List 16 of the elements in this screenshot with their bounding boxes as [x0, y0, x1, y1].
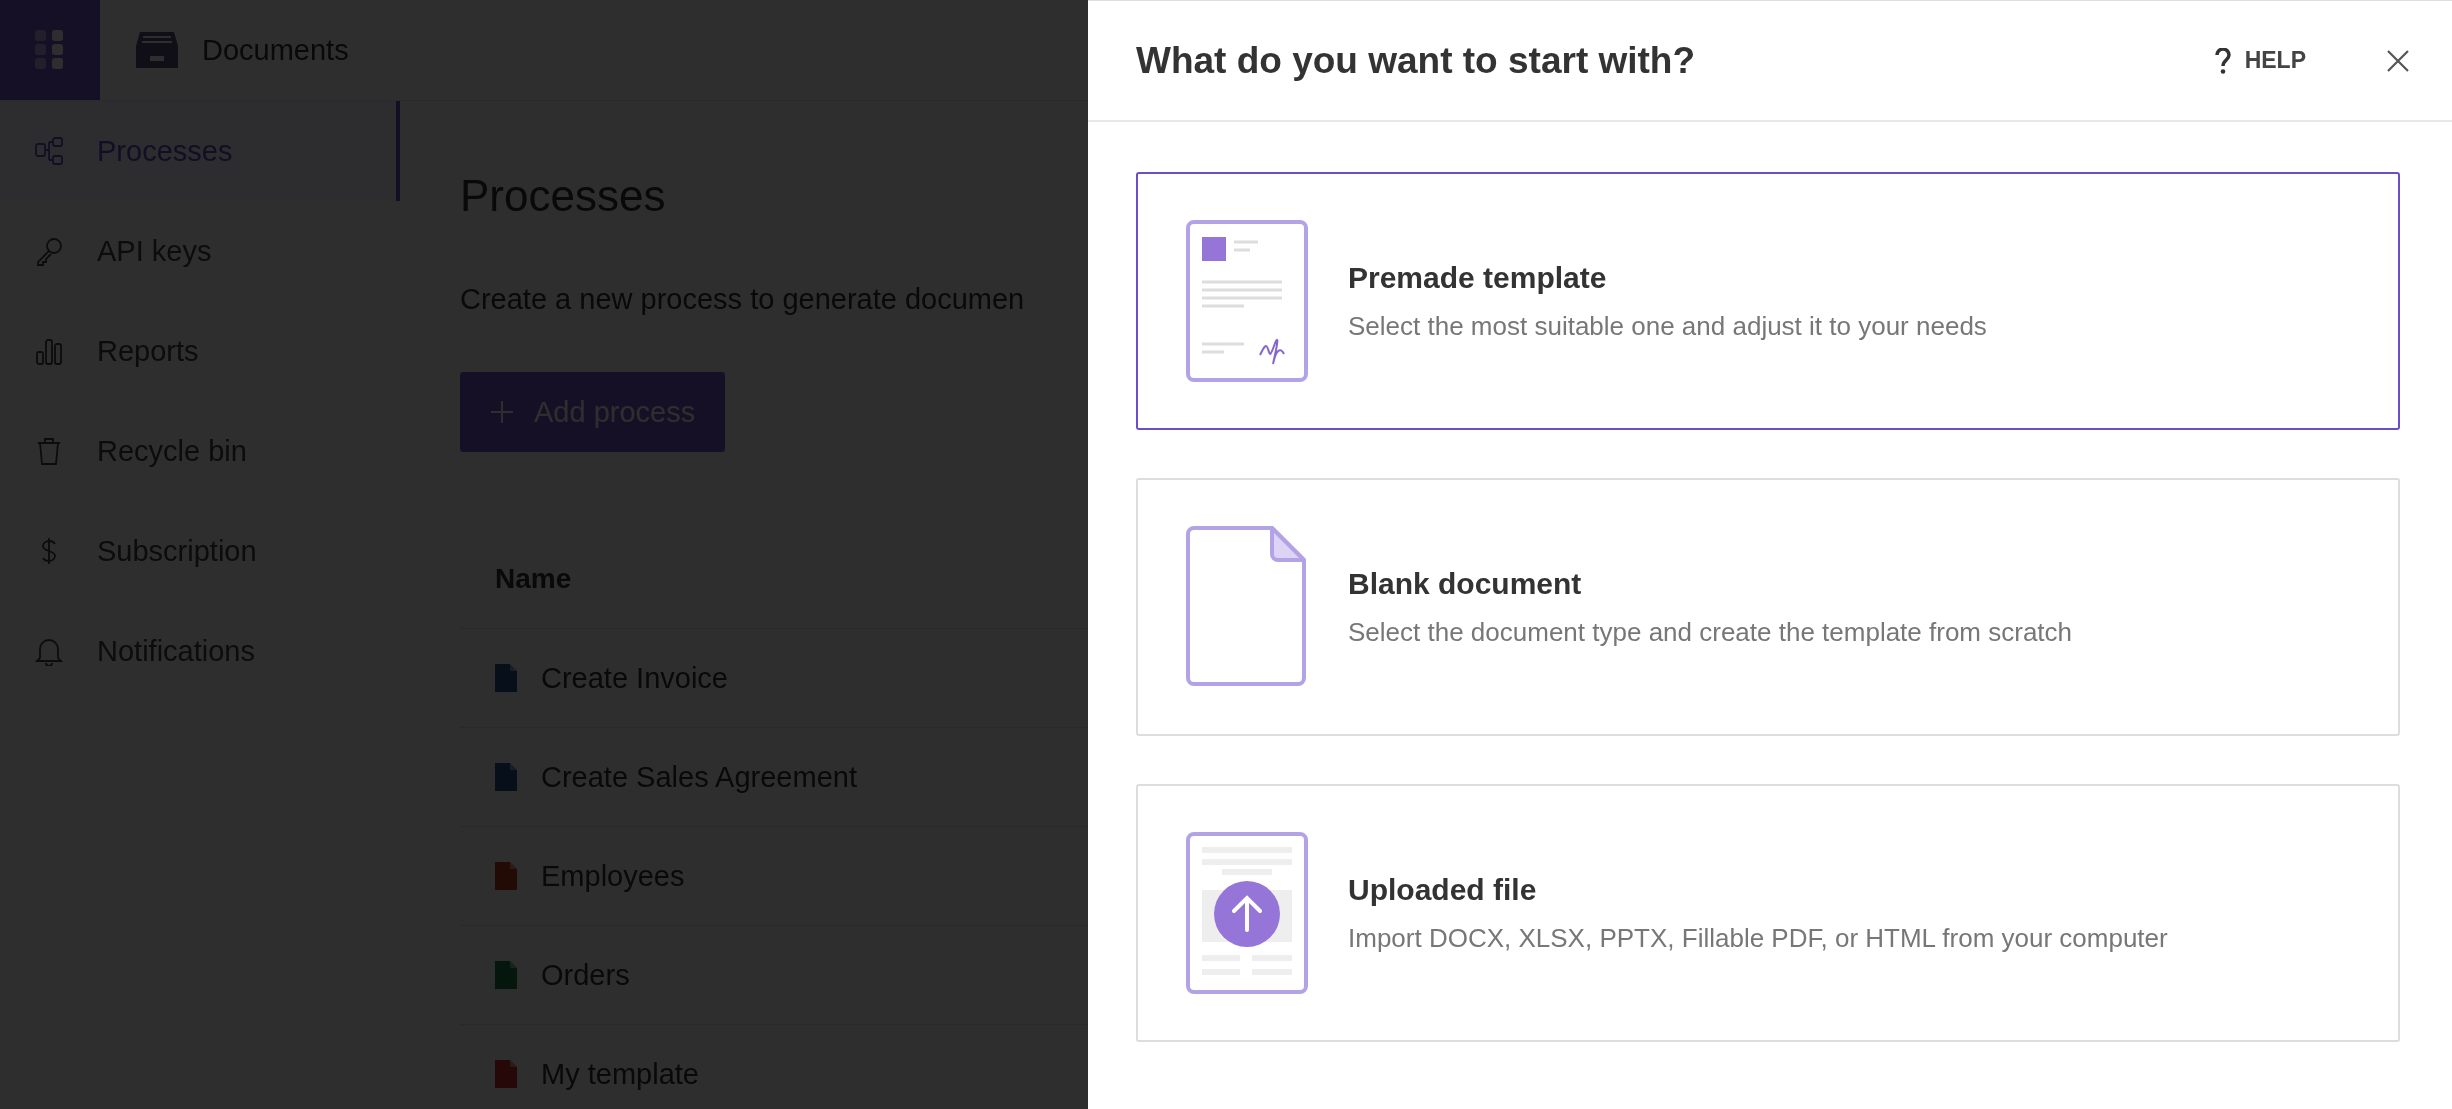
document-template-icon	[1186, 220, 1308, 382]
question-mark-icon	[2214, 47, 2231, 74]
option-card[interactable]: Blank document Select the document type and create the template from scratch	[1136, 478, 2400, 736]
option-description: Import DOCX, XLSX, PPTX, Fillable PDF, or HTML from your computer	[1348, 922, 2168, 954]
option-description: Select the most suitable one and adjust it to your needs	[1348, 310, 1987, 342]
dialog-title: What do you want to start with?	[1136, 39, 1697, 82]
document-upload-icon	[1186, 832, 1308, 994]
help-button[interactable]: HELP	[2208, 41, 2312, 80]
option-description: Select the document type and create the template from scratch	[1348, 616, 2073, 648]
close-icon	[2386, 48, 2410, 73]
option-card[interactable]: Uploaded file Import DOCX, XLSX, PPTX, Fillable PDF, or HTML from your computer	[1136, 784, 2400, 1042]
blank-document-icon	[1186, 526, 1308, 688]
option-title: Premade template	[1348, 260, 1608, 295]
option-title: Uploaded file	[1348, 872, 1538, 907]
option-card[interactable]: Premade template Select the most suitable one and adjust it to your needs	[1136, 172, 2400, 430]
option-title: Blank document	[1348, 566, 1583, 601]
